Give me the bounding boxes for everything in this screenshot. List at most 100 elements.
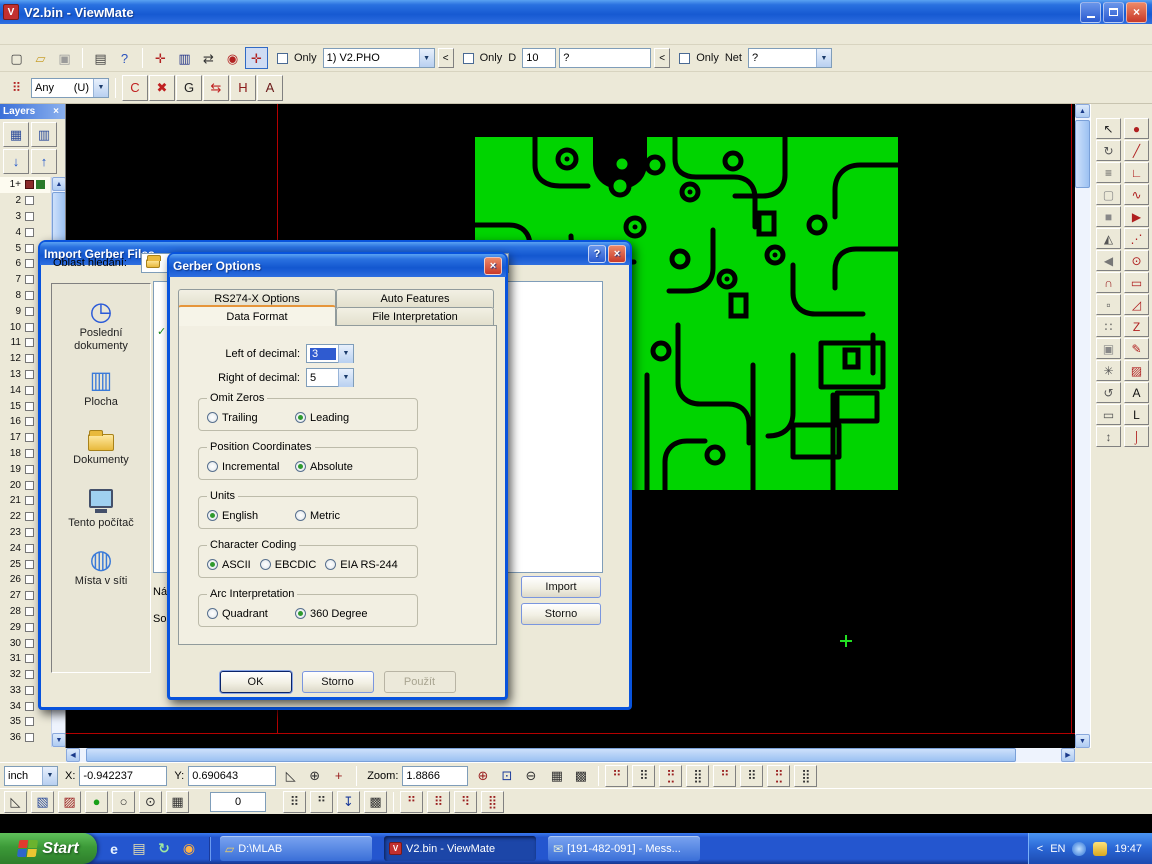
grid-table-icon[interactable]: ▦ — [166, 791, 189, 813]
layer-row[interactable]: 4 — [0, 224, 50, 240]
layer-visibility-checkbox[interactable] — [25, 702, 34, 711]
layer-visibility-checkbox[interactable] — [25, 433, 34, 442]
move-layer-down-icon[interactable]: ↓ — [3, 149, 29, 174]
radio-quadrant[interactable]: Quadrant — [207, 608, 295, 620]
left-of-decimal-select[interactable]: 3 ▼ — [306, 344, 354, 363]
close-button[interactable]: × — [608, 245, 626, 263]
measure-icon[interactable]: ◺ — [279, 765, 302, 787]
menu-item[interactable] — [118, 32, 132, 36]
layer-visibility-checkbox[interactable] — [25, 686, 34, 695]
context-help-icon[interactable]: ? — [113, 47, 136, 69]
layer-filter-select[interactable]: 1) V2.PHO ▼ — [323, 48, 435, 68]
print-icon[interactable]: ▤ — [89, 47, 112, 69]
snap-point-icon[interactable]: ↧ — [337, 791, 360, 813]
layer-visibility-checkbox[interactable] — [25, 733, 34, 742]
new-file-icon[interactable]: ▢ — [5, 47, 28, 69]
text-tool-icon[interactable]: A — [1124, 382, 1149, 403]
dot-grid-toggle-icon[interactable]: ▩ — [569, 765, 592, 787]
scroll-up-icon[interactable]: ▲ — [1075, 104, 1090, 118]
zigzag-icon[interactable]: Z — [1124, 316, 1149, 337]
wide-rect-icon[interactable]: ▭ — [1096, 404, 1121, 425]
layer-visibility-checkbox[interactable] — [25, 670, 34, 679]
canvas-horizontal-scrollbar[interactable]: ◀ ▶ — [66, 748, 1075, 762]
save-file-icon[interactable]: ▣ — [53, 47, 76, 69]
dotted-frame-icon[interactable]: ▣ — [1096, 338, 1121, 359]
layer-visibility-checkbox[interactable] — [25, 307, 34, 316]
refresh-icon[interactable]: ↻ — [153, 837, 175, 861]
dot-grid-icon[interactable]: ⠿ — [283, 791, 306, 813]
net-select[interactable]: ? ▼ — [748, 48, 832, 68]
pad-pattern-icon[interactable]: ⠿ — [5, 77, 28, 99]
layer-visibility-checkbox[interactable] — [25, 244, 34, 253]
dcode-highlight-icon[interactable]: ✛ — [245, 47, 268, 69]
only-layer-checkbox[interactable] — [277, 53, 288, 64]
move-layer-up-icon[interactable]: ↑ — [31, 149, 57, 174]
speaker-icon[interactable]: ◀ — [1096, 250, 1121, 271]
scrollbar-thumb[interactable] — [52, 192, 65, 244]
menu-item[interactable] — [70, 32, 84, 36]
layer-visibility-checkbox[interactable] — [25, 180, 34, 189]
layer-row[interactable]: 2 — [0, 193, 50, 209]
menu-item[interactable] — [54, 32, 68, 36]
layer-color-icon[interactable]: ▧ — [31, 791, 54, 813]
layer-row[interactable]: 35 — [0, 714, 50, 730]
layer-visibility-checkbox[interactable] — [25, 465, 34, 474]
grid-lock-icon[interactable]: ▩ — [364, 791, 387, 813]
radio-360-degree[interactable]: 360 Degree — [295, 608, 383, 620]
online-status-icon[interactable]: ● — [85, 791, 108, 813]
layer-visibility-checkbox[interactable] — [25, 386, 34, 395]
arc-guide-icon[interactable]: ∩ — [1096, 272, 1121, 293]
layer-visibility-checkbox[interactable] — [25, 275, 34, 284]
menu-item[interactable] — [22, 32, 36, 36]
zoom-window-icon[interactable]: ⊡ — [495, 765, 518, 787]
tab-auto-features[interactable]: Auto Features — [336, 289, 494, 308]
clock[interactable]: 19:47 — [1114, 843, 1142, 855]
y-coordinate-field[interactable]: 0.690643 — [188, 766, 276, 786]
sketch-mode-icon[interactable]: ⠛ — [605, 765, 628, 787]
layer-visibility-checkbox[interactable] — [25, 607, 34, 616]
layer-visibility-checkbox[interactable] — [25, 196, 34, 205]
place-network[interactable]: ◍ Místa v síti — [54, 546, 148, 588]
highlight-mode-icon[interactable]: H — [230, 75, 256, 101]
layers-list-icon[interactable]: ≡ — [1096, 162, 1121, 183]
scroll-right-icon[interactable]: ▶ — [1061, 748, 1075, 762]
draw-arrow-icon[interactable]: ▶ — [1124, 206, 1149, 227]
sketch-icon[interactable]: ✎ — [1124, 338, 1149, 359]
language-indicator[interactable]: EN — [1050, 843, 1065, 855]
layer-visibility-checkbox[interactable] — [25, 512, 34, 521]
layer-visibility-checkbox[interactable] — [25, 417, 34, 426]
draw-rect-icon[interactable]: ▭ — [1124, 272, 1149, 293]
only-net-checkbox[interactable] — [679, 53, 690, 64]
swap-layers-icon[interactable]: ⇆ — [203, 75, 229, 101]
layer-visibility-checkbox[interactable] — [25, 560, 34, 569]
hook-tool-icon[interactable]: ⌡ — [1124, 426, 1149, 447]
scrollbar-thumb[interactable] — [1075, 120, 1090, 188]
dotted-line-icon[interactable]: ⋰ — [1124, 228, 1149, 249]
crosshair-move-icon[interactable]: ✖ — [149, 75, 175, 101]
scroll-down-icon[interactable]: ▼ — [52, 733, 65, 747]
layer-visibility-checkbox[interactable] — [25, 323, 34, 332]
restore-button[interactable] — [1103, 2, 1124, 23]
canvas-vertical-scrollbar[interactable]: ▲ ▼ — [1075, 104, 1090, 748]
dcode-select-icon[interactable]: ✛ — [149, 47, 172, 69]
layer-visibility-checkbox[interactable] — [25, 496, 34, 505]
scroll-down-icon[interactable]: ▼ — [1075, 734, 1090, 748]
filled-frame-icon[interactable]: ■ — [1096, 206, 1121, 227]
place-documents[interactable]: Dokumenty — [54, 426, 148, 467]
trace-display-icon[interactable]: ⣿ — [686, 765, 709, 787]
grid-toggle-icon[interactable]: ▦ — [545, 765, 568, 787]
select-pad-icon[interactable]: ⠛ — [400, 791, 423, 813]
grid-spacing-field[interactable]: 0 — [210, 792, 266, 812]
draw-polyline-icon[interactable]: ∟ — [1124, 162, 1149, 183]
small-pad-icon[interactable]: ▫ — [1096, 294, 1121, 315]
layer-visibility-checkbox[interactable] — [25, 354, 34, 363]
layer-visibility-checkbox[interactable] — [25, 544, 34, 553]
cursor-cross-icon[interactable]: + — [327, 765, 350, 787]
scroll-up-icon[interactable]: ▲ — [52, 177, 65, 191]
draw-line-icon[interactable]: ╱ — [1124, 140, 1149, 161]
draw-pad-icon[interactable]: ● — [1124, 118, 1149, 139]
radio-ebcdic[interactable]: EBCDIC — [260, 559, 317, 571]
layer-visibility-checkbox[interactable] — [25, 370, 34, 379]
place-recent-documents[interactable]: ◷ Poslední dokumenty — [54, 298, 148, 352]
layer-visibility-checkbox[interactable] — [25, 528, 34, 537]
